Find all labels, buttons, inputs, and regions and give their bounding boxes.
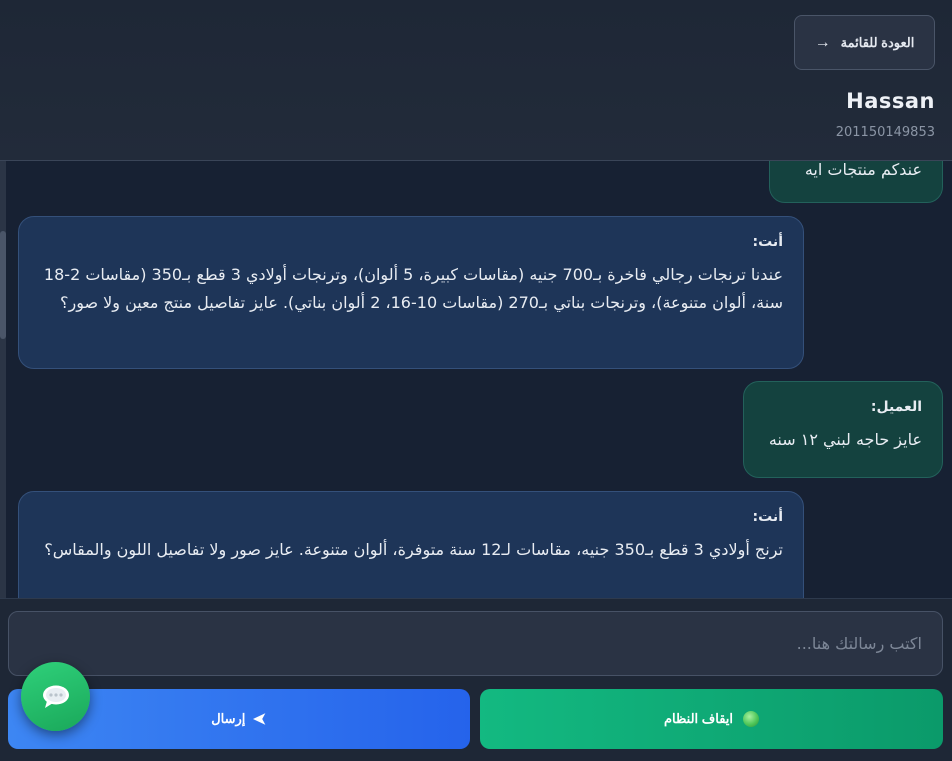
message-text: عندكم منتجات ايه [804, 161, 922, 179]
scrollbar-track[interactable] [0, 161, 6, 598]
stop-system-button[interactable]: ايقاف النظام [480, 689, 943, 749]
message-bubble-agent: أنت: ترنج أولادي 3 قطع بـ350 جنيه، مقاسا… [18, 491, 804, 598]
chat-fab-button[interactable] [21, 662, 90, 731]
contact-name: Hassan [846, 89, 935, 113]
message-text: عايز حاجه لبني ١٢ سنه [768, 430, 922, 449]
message-bubble-customer: العميل: عايز حاجه لبني ١٢ سنه [743, 381, 943, 478]
stop-button-label: ايقاف النظام [663, 711, 734, 726]
status-dot-icon [743, 711, 760, 727]
chat-header: العودة للقائمة → Hassan 201150149853 [0, 0, 952, 161]
back-to-list-button[interactable]: العودة للقائمة → [794, 15, 935, 70]
contact-phone: 201150149853 [835, 125, 935, 140]
arrow-right-icon: → [814, 33, 831, 51]
send-plane-icon: ➤ [253, 711, 267, 728]
message-bubble-agent: أنت: عندنا ترنجات رجالي فاخرة بـ700 جنيه… [18, 216, 804, 369]
message-sender: أنت: [752, 509, 783, 525]
composer: ➤ إرسال ايقاف النظام [0, 598, 952, 761]
message-bubble-customer: عندكم منتجات ايه [769, 161, 943, 203]
chat-bubble-icon [42, 685, 69, 708]
message-sender: أنت: [752, 234, 783, 250]
scrollbar-thumb[interactable] [0, 231, 6, 339]
message-text: عندنا ترنجات رجالي فاخرة بـ700 جنيه (مقا… [43, 265, 783, 312]
send-button-label: إرسال [211, 711, 246, 726]
message-input[interactable] [8, 611, 943, 676]
message-sender: العميل: [870, 399, 922, 415]
back-button-label: العودة للقائمة [840, 34, 915, 50]
message-list[interactable]: عندكم منتجات ايه أنت: عندنا ترنجات رجالي… [0, 161, 952, 598]
chat-app: العودة للقائمة → Hassan 201150149853 عند… [0, 0, 952, 761]
message-text: ترنج أولادي 3 قطع بـ350 جنيه، مقاسات لـ1… [44, 540, 783, 559]
